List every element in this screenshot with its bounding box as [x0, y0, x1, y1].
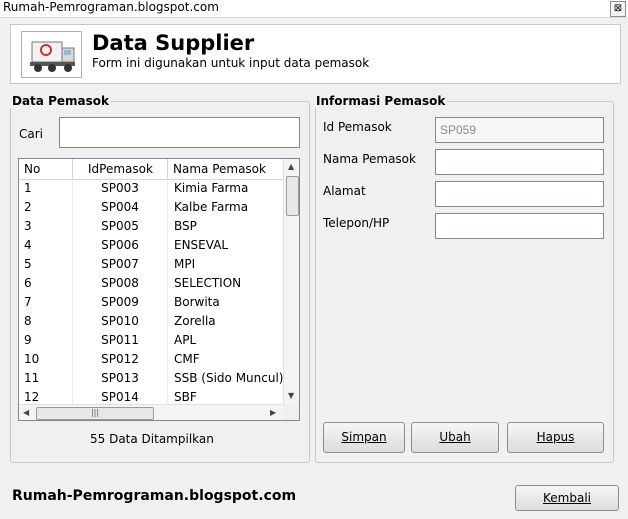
- footer-brand-text: Rumah-Pemrograman.blogspot.com: [12, 488, 297, 504]
- title-bar: Rumah-Pemrograman.blogspot.com ⊠: [0, 0, 628, 18]
- table-row[interactable]: 4 SP006 ENSEVAL: [19, 236, 283, 255]
- vertical-scroll-thumb[interactable]: [286, 176, 299, 216]
- table-header: No IdPemasok Nama Pemasok: [19, 159, 283, 180]
- cell-nama-pemasok: Kalbe Farma: [174, 200, 249, 214]
- alamat-label: Alamat: [323, 184, 366, 198]
- table-row[interactable]: 3 SP005 BSP: [19, 217, 283, 236]
- simpan-button[interactable]: Simpan: [323, 422, 405, 453]
- cell-no: 10: [19, 350, 73, 369]
- window-title: Rumah-Pemrograman.blogspot.com: [3, 0, 219, 14]
- cell-nama-pemasok: MPI: [174, 257, 196, 271]
- cell-no: 5: [19, 255, 73, 274]
- cell-idpemasok: SP009: [73, 293, 168, 312]
- column-header-nama-pemasok[interactable]: Nama Pemasok: [168, 159, 283, 179]
- cell-idpemasok: SP003: [73, 179, 168, 198]
- cell-nama-pemasok: Kimia Farma: [174, 181, 249, 195]
- ubah-button[interactable]: Ubah: [411, 422, 499, 453]
- cell-no: 6: [19, 274, 73, 293]
- scroll-right-icon[interactable]: ▶: [270, 408, 276, 417]
- scroll-up-icon[interactable]: ▲: [288, 162, 294, 171]
- simpan-button-label: Simpan: [341, 430, 387, 444]
- ubah-button-label: Ubah: [439, 430, 471, 444]
- cell-nama-pemasok: ENSEVAL: [174, 238, 229, 252]
- telepon-field[interactable]: [435, 213, 604, 239]
- cell-nama-pemasok: SSB (Sido Muncul): [174, 371, 283, 385]
- horizontal-scrollbar[interactable]: ◀ ||| ▶: [19, 404, 283, 420]
- scrollbar-corner: [283, 404, 299, 420]
- cell-idpemasok: SP006: [73, 236, 168, 255]
- form-header: Data Supplier Form ini digunakan untuk i…: [10, 24, 621, 84]
- alamat-field[interactable]: [435, 181, 604, 207]
- cell-idpemasok: SP012: [73, 350, 168, 369]
- table-row[interactable]: 10 SP012 CMF: [19, 350, 283, 369]
- cell-idpemasok: SP011: [73, 331, 168, 350]
- cell-nama-pemasok: APL: [174, 333, 197, 347]
- table-row[interactable]: 8 SP010 Zorella: [19, 312, 283, 331]
- id-pemasok-field[interactable]: [435, 117, 604, 143]
- cell-idpemasok: SP004: [73, 198, 168, 217]
- data-pemasok-group-label: Data Pemasok: [10, 94, 111, 108]
- page-title: Data Supplier: [92, 31, 255, 55]
- scroll-down-icon[interactable]: ▼: [288, 391, 294, 400]
- informasi-pemasok-group-label: Informasi Pemasok: [314, 94, 448, 108]
- scroll-left-icon[interactable]: ◀: [23, 408, 29, 417]
- close-icon[interactable]: ⊠: [610, 1, 626, 17]
- column-header-no[interactable]: No: [19, 159, 73, 179]
- supplier-table[interactable]: No IdPemasok Nama Pemasok 1 SP003 Kimia Fa…: [18, 158, 300, 421]
- hapus-button-label: Hapus: [536, 430, 575, 444]
- table-row[interactable]: 11 SP013 SSB (Sido Muncul): [19, 369, 283, 388]
- cell-nama-pemasok: Zorella: [174, 314, 216, 328]
- cell-no: 3: [19, 217, 73, 236]
- cell-no: 7: [19, 293, 73, 312]
- cell-no: 4: [19, 236, 73, 255]
- page-subtitle: Form ini digunakan untuk input data pema…: [92, 56, 370, 70]
- vertical-scrollbar[interactable]: ▲ ▼: [283, 159, 299, 404]
- table-row[interactable]: 9 SP011 APL: [19, 331, 283, 350]
- table-row[interactable]: 2 SP004 Kalbe Farma: [19, 198, 283, 217]
- nama-pemasok-field[interactable]: [435, 149, 604, 175]
- cell-no: 11: [19, 369, 73, 388]
- column-header-idpemasok[interactable]: IdPemasok: [73, 159, 168, 179]
- horizontal-scroll-thumb[interactable]: |||: [36, 407, 154, 420]
- table-row[interactable]: 5 SP007 MPI: [19, 255, 283, 274]
- cell-no: 8: [19, 312, 73, 331]
- record-count: 55 Data Ditampilkan: [90, 432, 214, 446]
- cell-idpemasok: SP010: [73, 312, 168, 331]
- search-input[interactable]: [59, 117, 300, 148]
- cell-nama-pemasok: Borwita: [174, 295, 220, 309]
- cell-no: 9: [19, 331, 73, 350]
- id-pemasok-label: Id Pemasok: [323, 120, 392, 134]
- cell-idpemasok: SP008: [73, 274, 168, 293]
- nama-pemasok-label: Nama Pemasok: [323, 152, 416, 166]
- cell-nama-pemasok: CMF: [174, 352, 200, 366]
- cell-nama-pemasok: BSP: [174, 219, 197, 233]
- truck-icon: [21, 31, 82, 78]
- cell-no: 1: [19, 179, 73, 198]
- table-row[interactable]: 6 SP008 SELECTION: [19, 274, 283, 293]
- hapus-button[interactable]: Hapus: [507, 422, 604, 453]
- table-row[interactable]: 1 SP003 Kimia Farma: [19, 179, 283, 198]
- search-label: Cari: [19, 127, 43, 141]
- cell-no: 2: [19, 198, 73, 217]
- cell-idpemasok: SP005: [73, 217, 168, 236]
- kembali-button[interactable]: Kembali: [515, 485, 619, 511]
- cell-idpemasok: SP013: [73, 369, 168, 388]
- cell-nama-pemasok: SELECTION: [174, 276, 242, 290]
- telepon-label: Telepon/HP: [323, 216, 390, 230]
- cell-idpemasok: SP007: [73, 255, 168, 274]
- kembali-button-label: Kembali: [543, 491, 591, 505]
- table-row[interactable]: 7 SP009 Borwita: [19, 293, 283, 312]
